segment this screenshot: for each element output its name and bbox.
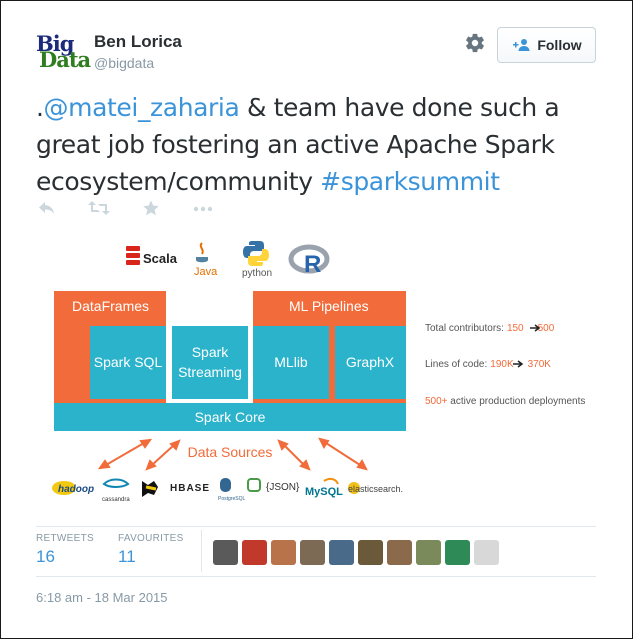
- dataframes-label: DataFrames: [72, 298, 149, 314]
- retweets-count: 16: [36, 547, 55, 566]
- spark-streaming-label-2: Streaming: [178, 364, 242, 380]
- favouriter-avatars: [213, 540, 499, 565]
- avatar-text-data: Data: [39, 47, 91, 72]
- favouriter-avatar[interactable]: [445, 540, 470, 565]
- elasticsearch-logo: elasticsearch.: [348, 484, 403, 494]
- favourites-label: FAVOURITES: [118, 533, 184, 544]
- scala-logo: Scala: [126, 246, 178, 266]
- author-handle[interactable]: @bigdata: [94, 55, 154, 71]
- favouriter-avatar[interactable]: [300, 540, 325, 565]
- tweet-text: .@matei_zaharia & team have done such a …: [36, 89, 606, 200]
- author-name[interactable]: Ben Lorica: [94, 32, 182, 52]
- retweets-label: RETWEETS: [36, 533, 94, 544]
- gear-icon[interactable]: [464, 32, 486, 54]
- python-label: python: [242, 268, 272, 279]
- spark-streaming-block: [172, 326, 248, 399]
- favouriter-avatar[interactable]: [416, 540, 441, 565]
- favouriter-avatar[interactable]: [242, 540, 267, 565]
- tweet-card: Big Data Ben Lorica @bigdata Follow .@ma…: [0, 0, 633, 639]
- cassandra-logo: cassandra: [102, 497, 130, 503]
- favouriter-avatar[interactable]: [213, 540, 238, 565]
- ml-pipelines-label: ML Pipelines: [289, 298, 369, 314]
- stats-separator: [201, 530, 202, 572]
- graphx-label: GraphX: [346, 354, 395, 370]
- spark-sql-label: Spark SQL: [94, 354, 163, 370]
- favouriter-avatar[interactable]: [387, 540, 412, 565]
- reply-icon[interactable]: [38, 199, 56, 217]
- avatar[interactable]: Big Data: [36, 31, 91, 72]
- favourites-stat[interactable]: FAVOURITES 11: [118, 533, 184, 567]
- r-logo: R: [288, 244, 330, 278]
- more-icon[interactable]: [192, 199, 214, 217]
- favourites-count: 11: [118, 547, 136, 566]
- r-label: R: [304, 251, 321, 278]
- follow-label: Follow: [537, 37, 582, 53]
- stats-divider-bottom: [36, 576, 596, 577]
- spark-ecosystem-image[interactable]: Scala Java python R DataFrames ML Pipeli…: [36, 229, 606, 509]
- favouriter-avatar[interactable]: [271, 540, 296, 565]
- java-logo: Java: [194, 242, 218, 278]
- hadoop-logo: hadoop: [58, 484, 94, 495]
- mllib-label: MLlib: [274, 354, 308, 370]
- favouriter-avatar[interactable]: [329, 540, 354, 565]
- favorite-icon[interactable]: [142, 199, 160, 217]
- stats-divider-top: [36, 526, 596, 527]
- hbase-logo: HBASE: [170, 483, 210, 494]
- postgres-logo: PostgreSQL: [218, 496, 245, 502]
- deployments-stat: 500+ active production deployments: [425, 396, 585, 407]
- lines-of-code-stat: Lines of code: 190K 370K: [425, 359, 551, 370]
- python-logo: python: [242, 241, 272, 279]
- spark-core-label: Spark Core: [195, 409, 266, 425]
- spark-streaming-label-1: Spark: [192, 344, 230, 360]
- retweet-icon[interactable]: [88, 199, 110, 217]
- scala-label: Scala: [143, 251, 178, 266]
- data-sources-label: Data Sources: [188, 444, 273, 460]
- retweets-stat[interactable]: RETWEETS 16: [36, 533, 94, 567]
- follow-button[interactable]: Follow: [497, 27, 596, 63]
- tweet-timestamp[interactable]: 6:18 am - 18 Mar 2015: [36, 590, 168, 605]
- add-user-icon: [513, 39, 530, 51]
- json-logo: {JSON}: [266, 482, 300, 493]
- favouriter-avatar[interactable]: [474, 540, 499, 565]
- mysql-logo: MySQL: [305, 486, 343, 498]
- tweet-prefix: .: [36, 93, 44, 122]
- data-source-logos: hadoop cassandra HBASE PostgreSQL {JSON}…: [52, 477, 403, 503]
- mention-link[interactable]: @matei_zaharia: [44, 93, 240, 122]
- loc-arrow: [513, 360, 524, 368]
- hashtag-link[interactable]: #sparksummit: [320, 167, 500, 196]
- java-label: Java: [194, 266, 218, 278]
- favouriter-avatar[interactable]: [358, 540, 383, 565]
